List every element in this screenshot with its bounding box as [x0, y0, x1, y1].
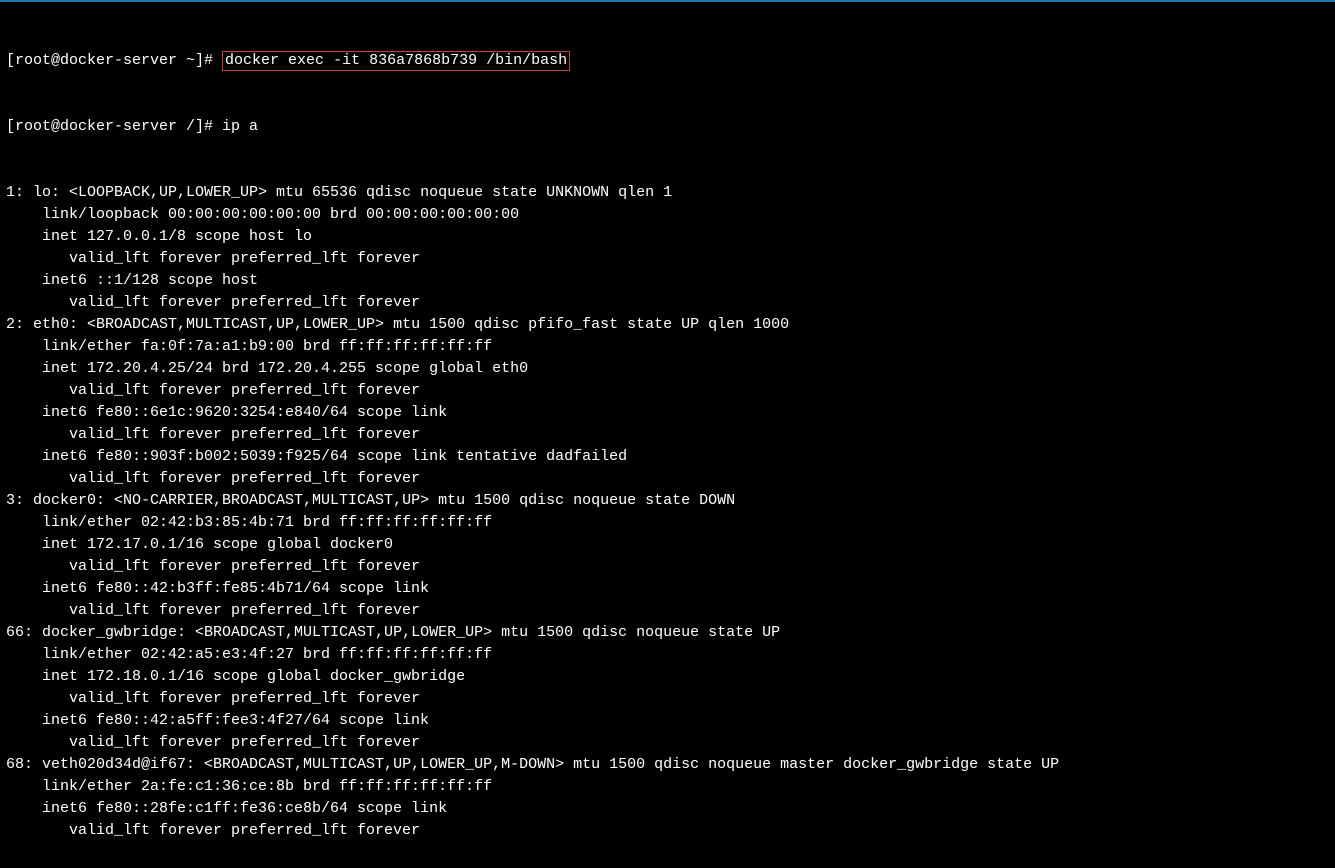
interface-line: valid_lft forever preferred_lft forever [6, 600, 1329, 622]
prompt-prefix-2: [root@docker-server /]# [6, 118, 222, 135]
interface-line: valid_lft forever preferred_lft forever [6, 380, 1329, 402]
interface-line: valid_lft forever preferred_lft forever [6, 292, 1329, 314]
interface-line: valid_lft forever preferred_lft forever [6, 820, 1329, 842]
prompt-prefix-1: [root@docker-server ~]# [6, 52, 222, 69]
interface-line: valid_lft forever preferred_lft forever [6, 424, 1329, 446]
interface-line: valid_lft forever preferred_lft forever [6, 732, 1329, 754]
interface-line: inet6 fe80::42:b3ff:fe85:4b71/64 scope l… [6, 578, 1329, 600]
interface-header: 66: docker_gwbridge: <BROADCAST,MULTICAS… [6, 622, 1329, 644]
interface-line: inet 172.17.0.1/16 scope global docker0 [6, 534, 1329, 556]
interface-line: link/ether 02:42:a5:e3:4f:27 brd ff:ff:f… [6, 644, 1329, 666]
terminal-pane[interactable]: [root@docker-server ~]# docker exec -it … [0, 2, 1335, 868]
interface-line: inet 172.20.4.25/24 brd 172.20.4.255 sco… [6, 358, 1329, 380]
interface-line: valid_lft forever preferred_lft forever [6, 556, 1329, 578]
interface-line: link/ether fa:0f:7a:a1:b9:00 brd ff:ff:f… [6, 336, 1329, 358]
interface-header: 1: lo: <LOOPBACK,UP,LOWER_UP> mtu 65536 … [6, 182, 1329, 204]
command-2: ip a [222, 118, 258, 135]
highlighted-command: docker exec -it 836a7868b739 /bin/bash [222, 51, 570, 71]
interface-line: inet6 ::1/128 scope host [6, 270, 1329, 292]
interface-line: link/ether 2a:fe:c1:36:ce:8b brd ff:ff:f… [6, 776, 1329, 798]
prompt-line-2: [root@docker-server /]# ip a [6, 116, 1329, 138]
interface-line: inet6 fe80::42:a5ff:fee3:4f27/64 scope l… [6, 710, 1329, 732]
interface-line: link/loopback 00:00:00:00:00:00 brd 00:0… [6, 204, 1329, 226]
interface-line: inet6 fe80::903f:b002:5039:f925/64 scope… [6, 446, 1329, 468]
interface-header: 68: veth020d34d@if67: <BROADCAST,MULTICA… [6, 754, 1329, 776]
interface-line: valid_lft forever preferred_lft forever [6, 248, 1329, 270]
prompt-line-1: [root@docker-server ~]# docker exec -it … [6, 50, 1329, 72]
interface-line: valid_lft forever preferred_lft forever [6, 688, 1329, 710]
interface-header: 3: docker0: <NO-CARRIER,BROADCAST,MULTIC… [6, 490, 1329, 512]
interface-line: inet6 fe80::6e1c:9620:3254:e840/64 scope… [6, 402, 1329, 424]
interface-line: inet 127.0.0.1/8 scope host lo [6, 226, 1329, 248]
interface-line: inet 172.18.0.1/16 scope global docker_g… [6, 666, 1329, 688]
interface-header: 2: eth0: <BROADCAST,MULTICAST,UP,LOWER_U… [6, 314, 1329, 336]
interface-line: link/ether 02:42:b3:85:4b:71 brd ff:ff:f… [6, 512, 1329, 534]
command-output: 1: lo: <LOOPBACK,UP,LOWER_UP> mtu 65536 … [6, 182, 1329, 842]
interface-line: valid_lft forever preferred_lft forever [6, 468, 1329, 490]
interface-line: inet6 fe80::28fe:c1ff:fe36:ce8b/64 scope… [6, 798, 1329, 820]
